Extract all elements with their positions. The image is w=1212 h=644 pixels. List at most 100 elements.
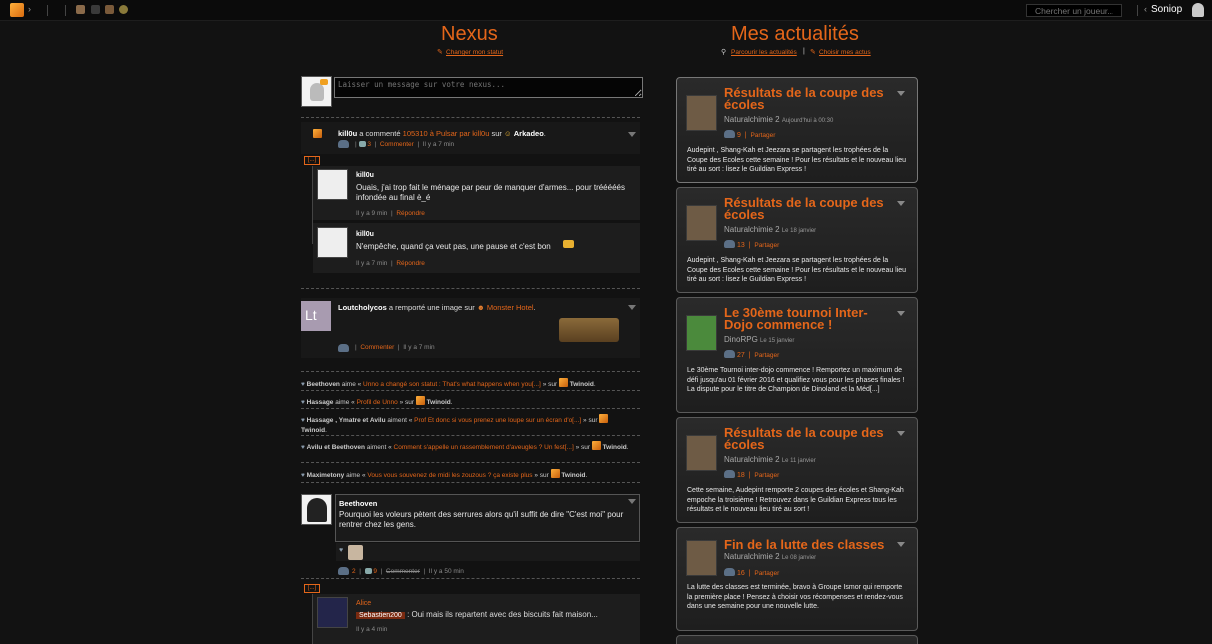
liked-item-link[interactable]: Profil de Unno xyxy=(357,399,398,406)
reply-link[interactable]: Répondre xyxy=(396,210,425,217)
reward-image[interactable] xyxy=(559,318,619,342)
news-card[interactable]: Le 30ème tournoi Inter-Dojo commence ! D… xyxy=(676,297,918,413)
twinoid-cube-icon xyxy=(313,129,322,138)
like-icon[interactable] xyxy=(724,240,735,248)
dropdown-caret-icon[interactable] xyxy=(897,431,905,436)
like-icon[interactable] xyxy=(724,470,735,478)
game-shortcut-icon[interactable] xyxy=(105,5,114,14)
dropdown-caret-icon[interactable] xyxy=(628,132,636,137)
liker-names[interactable]: Beethoven xyxy=(307,381,340,388)
author-link[interactable]: kill0u xyxy=(338,129,357,138)
username[interactable]: Soniop xyxy=(1151,4,1182,15)
game-link[interactable]: Monster Hotel xyxy=(487,303,534,312)
dropdown-caret-icon[interactable] xyxy=(897,542,905,547)
site-link[interactable]: Twinoid xyxy=(561,472,585,479)
reply-avatar[interactable] xyxy=(317,227,348,258)
share-link[interactable]: Partager xyxy=(754,242,779,249)
like-icon[interactable] xyxy=(724,568,735,576)
expand-comments-button[interactable]: [...] xyxy=(304,156,320,165)
dropdown-caret-icon[interactable] xyxy=(897,311,905,316)
chevron-left-icon[interactable]: ‹ xyxy=(1144,4,1147,14)
news-title[interactable]: Résultats de la coupe des écoles xyxy=(724,426,896,451)
liked-by: ♥ xyxy=(336,543,640,561)
news-card[interactable]: Résultats de la coupe des écoles Natural… xyxy=(676,417,918,523)
game-shortcut-icon[interactable] xyxy=(91,5,100,14)
expand-comments-button[interactable]: [...] xyxy=(304,584,320,593)
liked-item-link[interactable]: Unno a changé son statut : That's what h… xyxy=(363,381,541,388)
news-card[interactable]: Résultats de la coupe des écoles Natural… xyxy=(676,77,918,183)
dropdown-caret-icon[interactable] xyxy=(628,499,636,504)
site-link[interactable]: Twinoid xyxy=(603,444,627,451)
liked-item-link[interactable]: Vous vous souvenez de midi les zouzous ?… xyxy=(367,472,532,479)
author-avatar[interactable]: Lt xyxy=(301,301,331,331)
reply-avatar[interactable] xyxy=(317,169,348,200)
reply-author[interactable]: Alice xyxy=(356,600,371,607)
news-card[interactable]: Résultats de la coupe des écoles Natural… xyxy=(676,187,918,293)
choose-news-link[interactable]: Choisir mes actus xyxy=(819,49,871,56)
chevron-right-icon[interactable]: › xyxy=(28,4,31,14)
user-avatar[interactable] xyxy=(1192,3,1204,17)
change-status-link[interactable]: Changer mon statut xyxy=(446,49,503,56)
like-icon[interactable] xyxy=(338,567,349,575)
liked-item-link[interactable]: Prof Et donc si vous prenez une loupe su… xyxy=(414,417,581,424)
share-link[interactable]: Partager xyxy=(754,352,779,359)
news-source[interactable]: Naturalchimie 2 xyxy=(724,115,780,124)
site-link[interactable]: Twinoid xyxy=(301,427,325,434)
twinoid-logo-icon[interactable] xyxy=(10,3,24,17)
dropdown-caret-icon[interactable] xyxy=(897,91,905,96)
news-title[interactable]: Résultats de la coupe des écoles xyxy=(724,86,896,111)
liker-names[interactable]: Hassage xyxy=(307,399,334,406)
dropdown-caret-icon[interactable] xyxy=(897,201,905,206)
news-thumbnail[interactable] xyxy=(686,205,717,241)
comment-link[interactable]: Commenter xyxy=(380,141,414,148)
news-source[interactable]: DinoRPG xyxy=(724,335,758,344)
mention-tag[interactable]: Sebastien200 xyxy=(356,612,405,619)
comment-link[interactable]: Commenter xyxy=(386,568,420,575)
news-card[interactable] xyxy=(676,635,918,644)
dropdown-caret-icon[interactable] xyxy=(628,305,636,310)
reply-author[interactable]: kill0u xyxy=(356,172,374,179)
share-link[interactable]: Partager xyxy=(750,132,775,139)
share-link[interactable]: Partager xyxy=(754,472,779,479)
author-link[interactable]: Beethoven xyxy=(339,499,377,508)
news-source[interactable]: Naturalchimie 2 xyxy=(724,225,780,234)
liker-names[interactable]: Maximetony xyxy=(307,472,345,479)
game-link[interactable]: Arkadeo xyxy=(514,129,544,138)
news-title[interactable]: Le 30ème tournoi Inter-Dojo commence ! xyxy=(724,306,874,331)
news-thumbnail[interactable] xyxy=(686,95,717,131)
my-avatar[interactable] xyxy=(301,76,332,107)
news-thumbnail[interactable] xyxy=(686,540,717,576)
liker-avatar[interactable] xyxy=(348,545,363,560)
news-source[interactable]: Naturalchimie 2 xyxy=(724,455,780,464)
site-link[interactable]: Twinoid xyxy=(427,399,451,406)
liker-names[interactable]: Hassage , Ymatre et Avilu xyxy=(307,417,386,424)
news-thumbnail[interactable] xyxy=(686,435,717,471)
author-link[interactable]: Loutcholycos xyxy=(338,303,387,312)
divider xyxy=(301,435,640,436)
site-link[interactable]: Twinoid xyxy=(570,381,594,388)
liked-item-link[interactable]: Comment s'appelle un rassemblement d'ave… xyxy=(394,444,574,451)
liker-names[interactable]: Avilu et Beethoven xyxy=(307,444,365,451)
comment-link[interactable]: Commenter xyxy=(360,344,394,351)
nexus-message-input[interactable] xyxy=(334,77,643,98)
like-icon[interactable] xyxy=(724,130,735,138)
share-link[interactable]: Partager xyxy=(754,570,779,577)
news-thumbnail[interactable] xyxy=(686,315,717,351)
reply-link[interactable]: Répondre xyxy=(396,260,425,267)
news-title[interactable]: Fin de la lutte des classes xyxy=(724,538,896,551)
game-shortcut-icon[interactable] xyxy=(119,5,128,14)
like-icon[interactable] xyxy=(338,140,349,148)
news-card[interactable]: Fin de la lutte des classes Naturalchimi… xyxy=(676,527,918,631)
like-icon[interactable] xyxy=(724,350,735,358)
game-shortcut-icon[interactable] xyxy=(76,5,85,14)
news-title[interactable]: Résultats de la coupe des écoles xyxy=(724,196,896,221)
period: . xyxy=(593,381,596,388)
like-icon[interactable] xyxy=(338,344,349,352)
target-link[interactable]: 105310 à Pulsar par kill0u xyxy=(403,129,490,138)
reply-author[interactable]: kill0u xyxy=(356,231,374,238)
browse-news-link[interactable]: Parcourir les actualités xyxy=(731,49,797,56)
reply-avatar[interactable] xyxy=(317,597,348,628)
player-search-input[interactable] xyxy=(1026,4,1122,17)
author-avatar[interactable] xyxy=(301,494,332,525)
news-source[interactable]: Naturalchimie 2 xyxy=(724,552,780,561)
